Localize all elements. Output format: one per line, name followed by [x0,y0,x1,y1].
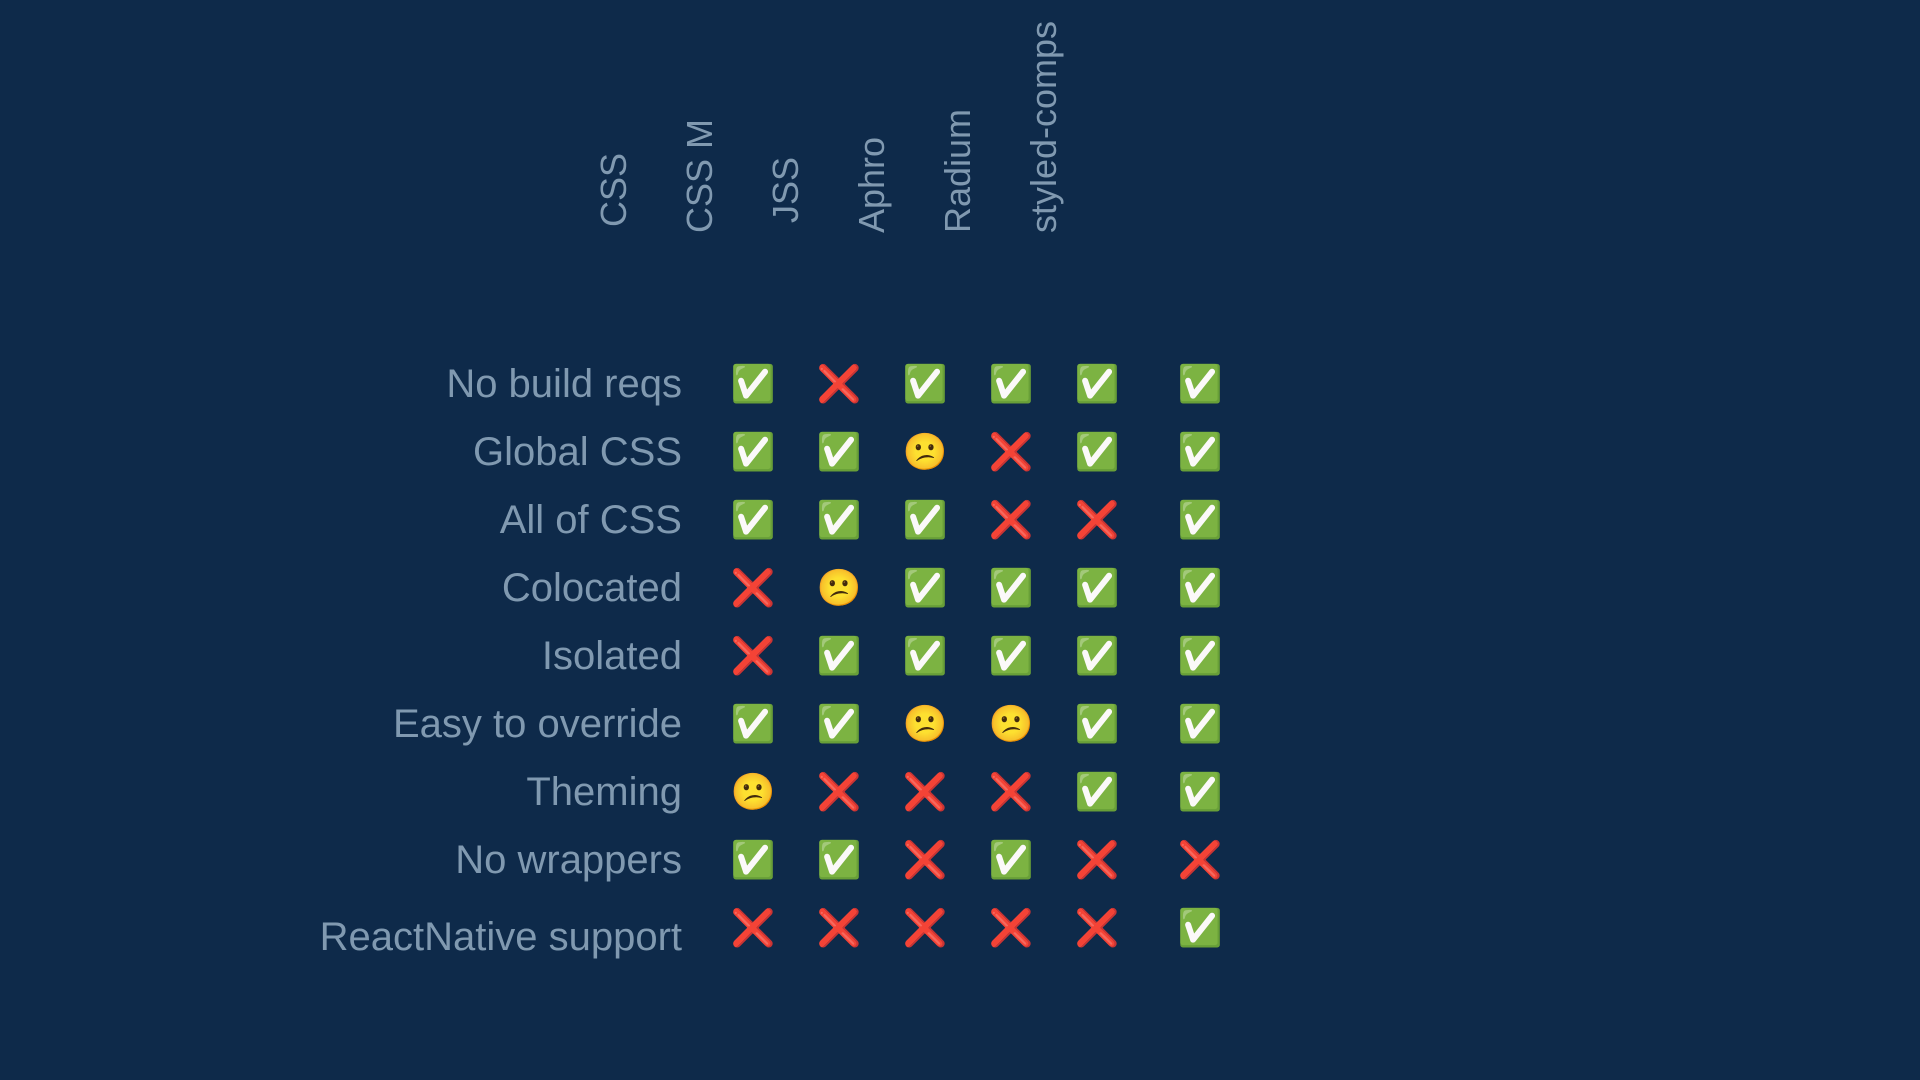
row-label: No build reqs [230,350,710,418]
cross-icon: ❌ [796,350,882,418]
row-label: Colocated [230,554,710,622]
check-icon: ✅ [796,826,882,894]
meh-icon: 😕 [710,758,796,826]
check-icon: ✅ [796,418,882,486]
meh-icon: 😕 [882,418,968,486]
cross-icon: ❌ [882,894,968,962]
check-icon: ✅ [796,622,882,690]
table-row: No wrappers✅✅❌✅❌❌ [230,826,1260,894]
check-icon: ✅ [968,826,1054,894]
row-label: No wrappers [230,826,710,894]
check-icon: ✅ [1054,350,1140,418]
cross-icon: ❌ [710,894,796,962]
check-icon: ✅ [882,554,968,622]
check-icon: ✅ [710,418,796,486]
check-icon: ✅ [968,350,1054,418]
check-icon: ✅ [968,622,1054,690]
check-icon: ✅ [1054,554,1140,622]
check-icon: ✅ [1054,758,1140,826]
table-row: Colocated❌😕✅✅✅✅ [230,554,1260,622]
check-icon: ✅ [796,690,882,758]
cross-icon: ❌ [710,554,796,622]
cross-icon: ❌ [882,826,968,894]
check-icon: ✅ [882,622,968,690]
check-icon: ✅ [1140,418,1260,486]
check-icon: ✅ [710,350,796,418]
col-header: styled-comps [1023,147,1343,233]
check-icon: ✅ [882,350,968,418]
check-icon: ✅ [1140,690,1260,758]
check-icon: ✅ [882,486,968,554]
comparison-table: CSS CSS M JSS Aphro Radium styled-comps … [230,30,1260,962]
cross-icon: ❌ [968,418,1054,486]
check-icon: ✅ [1140,622,1260,690]
row-label: ReactNative support [230,894,710,962]
cross-icon: ❌ [1054,486,1140,554]
check-icon: ✅ [1054,690,1140,758]
cross-icon: ❌ [1054,894,1140,962]
check-icon: ✅ [1140,758,1260,826]
table-row: No build reqs✅❌✅✅✅✅ [230,350,1260,418]
row-label: Easy to override [230,690,710,758]
row-label: Isolated [230,622,710,690]
table-row: Global CSS✅✅😕❌✅✅ [230,418,1260,486]
check-icon: ✅ [1140,894,1260,962]
check-icon: ✅ [1140,486,1260,554]
table-row: Easy to override✅✅😕😕✅✅ [230,690,1260,758]
check-icon: ✅ [710,486,796,554]
check-icon: ✅ [1054,622,1140,690]
table-row: Isolated❌✅✅✅✅✅ [230,622,1260,690]
cross-icon: ❌ [882,758,968,826]
table-header-row: CSS CSS M JSS Aphro Radium styled-comps [230,30,1260,350]
cross-icon: ❌ [968,894,1054,962]
cross-icon: ❌ [968,758,1054,826]
cross-icon: ❌ [968,486,1054,554]
meh-icon: 😕 [968,690,1054,758]
check-icon: ✅ [1054,418,1140,486]
check-icon: ✅ [1140,554,1260,622]
check-icon: ✅ [710,826,796,894]
row-label: All of CSS [230,486,710,554]
row-label: Global CSS [230,418,710,486]
cross-icon: ❌ [796,758,882,826]
table-row: All of CSS✅✅✅❌❌✅ [230,486,1260,554]
meh-icon: 😕 [796,554,882,622]
comparison-table-el: CSS CSS M JSS Aphro Radium styled-comps … [230,30,1260,962]
table-row: ReactNative support❌❌❌❌❌✅ [230,894,1260,962]
table-row: Theming😕❌❌❌✅✅ [230,758,1260,826]
check-icon: ✅ [1140,350,1260,418]
check-icon: ✅ [710,690,796,758]
cross-icon: ❌ [1054,826,1140,894]
cross-icon: ❌ [710,622,796,690]
check-icon: ✅ [968,554,1054,622]
meh-icon: 😕 [882,690,968,758]
cross-icon: ❌ [796,894,882,962]
cross-icon: ❌ [1140,826,1260,894]
row-label: Theming [230,758,710,826]
table-body: No build reqs✅❌✅✅✅✅Global CSS✅✅😕❌✅✅All o… [230,350,1260,962]
check-icon: ✅ [796,486,882,554]
